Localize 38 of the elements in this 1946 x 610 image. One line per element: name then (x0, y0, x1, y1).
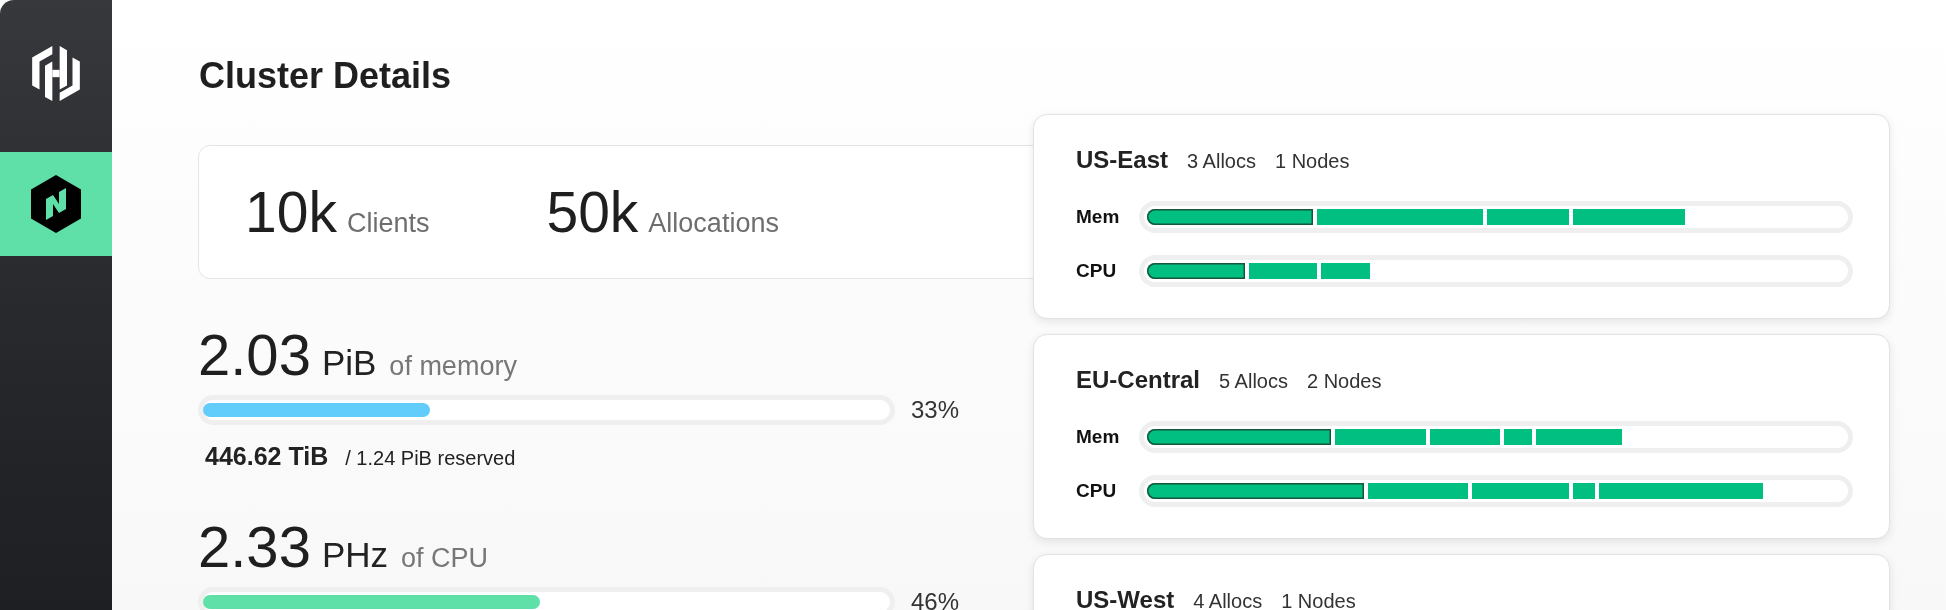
resource-amount: 2.03 (198, 326, 311, 384)
hexagon-icon (31, 175, 81, 233)
alloc-count: 3 Allocs (1187, 149, 1256, 174)
allocation-segment[interactable] (1147, 209, 1314, 225)
resource-unit: PiB (321, 345, 377, 380)
resource-label: of CPU (401, 545, 489, 572)
usage-percent: 46% (911, 590, 960, 610)
stat-label: Allocations (648, 209, 779, 237)
bar-label: Mem (1076, 426, 1121, 448)
region-name: EU-Central (1076, 366, 1201, 394)
stat-label: Clients (346, 209, 430, 237)
reserved-text: / 1.24 PiB reserved (345, 446, 516, 471)
used-amount: 446.62 TiB (205, 441, 329, 471)
alloc-count: 5 Allocs (1219, 369, 1288, 394)
bar-label: CPU (1076, 480, 1118, 502)
region-name: US-West (1076, 586, 1175, 610)
bar-label: Mem (1076, 206, 1121, 228)
logo-icon[interactable] (32, 46, 80, 101)
allocation-segment[interactable] (1147, 429, 1332, 445)
node-count: 1 Nodes (1281, 589, 1356, 610)
usage-percent: 33% (911, 398, 960, 422)
allocation-segment[interactable] (1248, 263, 1318, 279)
stat-value: 10k (245, 183, 337, 241)
resource-unit: PHz (321, 537, 388, 572)
allocation-segment[interactable] (1147, 263, 1245, 279)
allocation-segment[interactable] (1573, 483, 1596, 499)
region-name: US-East (1076, 146, 1169, 174)
sidebar-item[interactable] (0, 152, 112, 256)
allocation-segment[interactable] (1147, 483, 1364, 499)
alloc-count: 4 Allocs (1193, 589, 1263, 610)
stat-value: 50k (546, 183, 639, 241)
page-title: Cluster Details (199, 58, 452, 94)
bar-label: CPU (1076, 260, 1118, 282)
allocation-segment[interactable] (1503, 429, 1532, 445)
node-count: 2 Nodes (1306, 369, 1382, 394)
resource-label: of memory (389, 353, 517, 380)
node-count: 1 Nodes (1274, 149, 1350, 174)
resource-amount: 2.33 (198, 518, 311, 576)
